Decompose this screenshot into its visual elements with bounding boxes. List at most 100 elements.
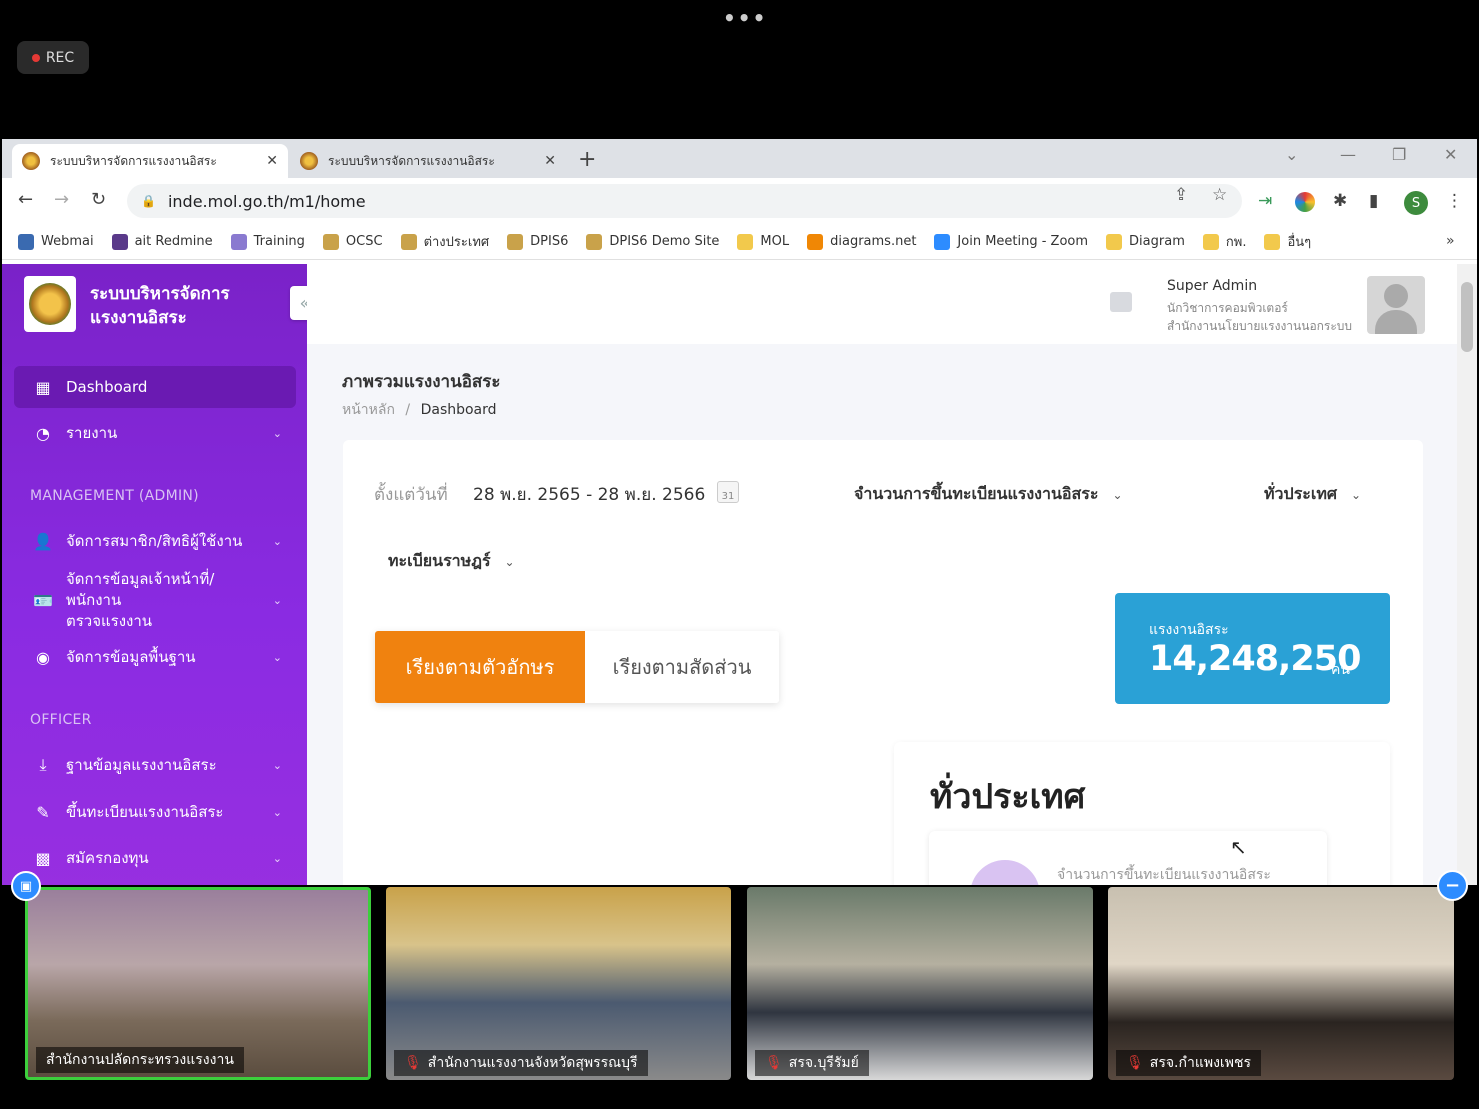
- color-picker-extension-icon[interactable]: [1295, 192, 1315, 212]
- bookmark-item[interactable]: DPIS6: [507, 233, 568, 250]
- bookmark-icon: [1106, 233, 1123, 250]
- bookmark-item[interactable]: อื่นๆ: [1264, 231, 1311, 252]
- dashboard-icon: ▦: [35, 377, 51, 397]
- section-label-admin: MANAGEMENT (ADMIN): [30, 488, 199, 504]
- address-bar-row: ← → ↻ 🔒 inde.mol.go.th/m1/home ⇪ ☆: [2, 178, 1477, 224]
- chevron-down-icon: ⌄: [1351, 487, 1362, 502]
- bookmark-item[interactable]: ait Redmine: [111, 233, 213, 250]
- bookmark-icon: [586, 233, 603, 250]
- more-options-icon[interactable]: •••: [723, 6, 767, 30]
- side-panel-icon[interactable]: ▮: [1369, 191, 1378, 211]
- close-tab-icon[interactable]: ✕: [266, 153, 278, 169]
- breadcrumb-home[interactable]: หน้าหลัก: [342, 402, 395, 418]
- rec-label: REC: [45, 49, 75, 66]
- bookmarks-bar: Webmai ait Redmine Training OCSC ต่างประเทศ D…: [2, 224, 1477, 260]
- url-bar[interactable]: 🔒 inde.mol.go.th/m1/home: [127, 184, 1242, 218]
- new-tab-icon[interactable]: +: [578, 147, 596, 172]
- bookmark-item[interactable]: diagrams.net: [807, 233, 916, 250]
- profile-avatar[interactable]: S: [1404, 191, 1428, 215]
- back-icon[interactable]: ←: [18, 189, 33, 210]
- source-select[interactable]: ทะเบียนราษฎร์ ⌄: [388, 549, 515, 574]
- reload-icon[interactable]: ↻: [91, 189, 106, 210]
- region-title: ทั่วประเทศ: [930, 777, 1086, 817]
- browser-window: ระบบบริหารจัดการแรงงานอิสระ ✕ ระบบบริหาร…: [2, 139, 1477, 969]
- sort-alphabetical-button[interactable]: เรียงตามตัวอักษร: [375, 631, 585, 703]
- bookmark-item[interactable]: Diagram: [1106, 233, 1185, 250]
- scrollbar-thumb[interactable]: [1461, 282, 1473, 352]
- sidebar-item-registration[interactable]: ✎ ขึ้นทะเบียนแรงงานอิสระ ⌄: [14, 791, 296, 833]
- message-icon[interactable]: [1110, 292, 1132, 312]
- page-scrollbar[interactable]: [1457, 264, 1477, 969]
- sidebar-item-database[interactable]: ⤓ ฐานข้อมูลแรงงานอิสระ ⌄: [14, 744, 296, 786]
- participant-name: 🎙 สำนักงานแรงงานจังหวัดสุพรรณบุรี: [394, 1050, 648, 1076]
- participant-name: 🎙 สรจ.กำแพงเพชร: [1116, 1050, 1261, 1076]
- restore-icon[interactable]: ❐: [1392, 145, 1406, 164]
- share-icon[interactable]: ⇪: [1174, 185, 1188, 205]
- bookmark-icon: [1202, 233, 1219, 250]
- tab-title: ระบบบริหารจัดการแรงงานอิสระ: [328, 153, 495, 168]
- sidebar-item-reports[interactable]: ◔ รายงาน ⌄: [14, 412, 296, 454]
- bookmark-icon: [400, 233, 417, 250]
- chevron-down-icon: ⌄: [1112, 487, 1123, 502]
- extensions-puzzle-icon[interactable]: ✱: [1333, 191, 1347, 211]
- bookmark-item[interactable]: DPIS6 Demo Site: [586, 233, 719, 250]
- sort-by-ratio-button[interactable]: เรียงตามสัดส่วน: [585, 631, 779, 703]
- sidebar-item-fund[interactable]: ▩ สมัครกองทุน ⌄: [14, 837, 296, 879]
- bookmark-icon: [322, 233, 339, 250]
- video-tile[interactable]: 🎙 สรจ.กำแพงเพชร: [1108, 887, 1454, 1080]
- date-range-input[interactable]: 28 พ.ย. 2565 - 28 พ.ย. 2566: [473, 481, 705, 508]
- bookmark-icon: [111, 233, 128, 250]
- minimize-video-icon[interactable]: −: [1437, 870, 1468, 901]
- sidebar-item-officers[interactable]: 🪪 จัดการข้อมูลเจ้าหน้าที่/พนักงาน ตรวจแร…: [14, 570, 296, 630]
- bookmark-item[interactable]: Training: [230, 233, 305, 250]
- browser-tab-2[interactable]: ระบบบริหารจัดการแรงงานอิสระ ✕: [290, 144, 566, 178]
- bookmark-icon: [18, 233, 34, 250]
- calendar-icon[interactable]: 31: [717, 481, 739, 503]
- bookmark-item[interactable]: ต่างประเทศ: [400, 231, 489, 252]
- bookmark-item[interactable]: MOL: [737, 233, 789, 250]
- download-icon: ⤓: [39, 755, 47, 774]
- mouse-cursor-icon: ↖: [1230, 835, 1247, 859]
- region-select[interactable]: ทั่วประเทศ ⌄: [1264, 482, 1361, 507]
- video-tile[interactable]: สำนักงานปลัดกระทรวงแรงงาน: [25, 887, 371, 1080]
- close-window-icon[interactable]: ✕: [1444, 145, 1457, 164]
- sidebar-item-master-data[interactable]: ◉ จัดการข้อมูลพื้นฐาน ⌄: [14, 636, 296, 678]
- web-page: ระบบบริหารจัดการ แรงงานอิสระ ▦ Dashboard…: [2, 264, 1477, 969]
- bookmark-item[interactable]: Join Meeting - Zoom: [934, 233, 1088, 250]
- forward-icon[interactable]: →: [54, 189, 69, 210]
- section-label-officer: OFFICER: [30, 712, 92, 728]
- metric-select[interactable]: จำนวนการขึ้นทะเบียนแรงงานอิสระ ⌄: [854, 482, 1123, 507]
- gallery-view-icon[interactable]: ▣: [11, 871, 41, 901]
- close-tab-icon[interactable]: ✕: [544, 153, 556, 169]
- mic-muted-icon: 🎙: [765, 1055, 783, 1071]
- breadcrumb: หน้าหลัก / Dashboard: [342, 402, 497, 418]
- sidebar-item-members[interactable]: 👤 จัดการสมาชิก/สิทธิผู้ใช้งาน ⌄: [14, 520, 296, 562]
- chevron-down-icon: ⌄: [272, 805, 282, 819]
- tab-search-icon[interactable]: ⌄: [1285, 145, 1298, 164]
- video-tile[interactable]: 🎙 สำนักงานแรงงานจังหวัดสุพรรณบุรี: [386, 887, 731, 1080]
- extension-enter-icon[interactable]: ⇥: [1258, 191, 1272, 211]
- bookmark-item[interactable]: OCSC: [322, 233, 383, 250]
- chevron-down-icon: ⌄: [504, 554, 515, 569]
- bookmark-star-icon[interactable]: ☆: [1212, 185, 1227, 205]
- browser-tab-1[interactable]: ระบบบริหารจัดการแรงงานอิสระ ✕: [12, 144, 288, 178]
- video-tile[interactable]: 🎙 สรจ.บุรีรัมย์: [747, 887, 1093, 1080]
- user-avatar[interactable]: [1367, 276, 1425, 334]
- user-name: Super Admin: [1167, 278, 1258, 294]
- tab-bar: ระบบบริหารจัดการแรงงานอิสระ ✕ ระบบบริหาร…: [2, 139, 1477, 178]
- bookmark-item[interactable]: Webmai: [18, 233, 94, 250]
- lock-icon[interactable]: 🔒: [141, 194, 156, 208]
- sidebar-item-dashboard[interactable]: ▦ Dashboard: [14, 366, 296, 408]
- chevron-down-icon: ⌄: [272, 534, 282, 548]
- site-favicon-icon: [22, 152, 40, 170]
- pie-chart-icon: ◔: [36, 423, 50, 443]
- more-bookmarks-icon[interactable]: »: [1446, 233, 1455, 249]
- bookmark-item[interactable]: กพ.: [1202, 231, 1246, 252]
- metric-sub-title: จำนวนการขึ้นทะเบียนแรงงานอิสระ: [1057, 867, 1271, 883]
- minimize-icon[interactable]: —: [1340, 145, 1356, 164]
- chevron-down-icon: ⌄: [272, 851, 282, 865]
- bookmark-icon: [507, 233, 524, 250]
- mic-muted-icon: 🎙: [1126, 1055, 1144, 1071]
- tab-title: ระบบบริหารจัดการแรงงานอิสระ: [50, 153, 217, 168]
- browser-menu-icon[interactable]: ⋮: [1446, 191, 1463, 211]
